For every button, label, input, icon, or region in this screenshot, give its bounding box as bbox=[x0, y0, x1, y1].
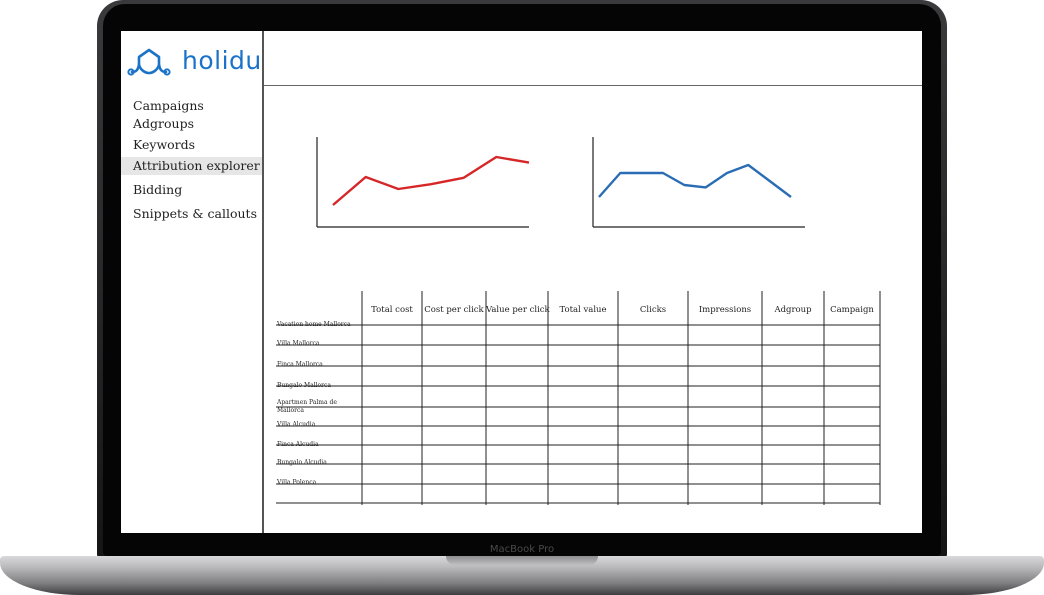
column-header[interactable]: Impressions bbox=[688, 305, 762, 315]
table-row-label[interactable]: Bungalo Alcudia bbox=[277, 459, 357, 467]
sidebar-item-campaigns[interactable]: Campaigns bbox=[121, 97, 262, 115]
data-table-grid bbox=[276, 291, 881, 505]
model-label: MacBook Pro bbox=[489, 544, 555, 555]
table-row-label[interactable]: Vacation home Mallorca bbox=[277, 321, 357, 329]
table-row-label[interactable]: Finca Mallorca bbox=[277, 361, 357, 369]
column-header[interactable]: Clicks bbox=[618, 305, 688, 315]
column-header[interactable]: Adgroup bbox=[762, 305, 824, 315]
opening-notch bbox=[446, 556, 598, 565]
laptop-base bbox=[0, 556, 1044, 595]
table-row-label[interactable]: Finca Alcudia bbox=[277, 441, 357, 449]
app-screen: holidu Campaigns Adgroups Keywords Attri… bbox=[121, 31, 922, 533]
column-header[interactable]: Value per click bbox=[486, 305, 550, 315]
sidebar-item-adgroups[interactable]: Adgroups bbox=[121, 115, 262, 133]
brand-name: holidu bbox=[182, 46, 262, 75]
series-line bbox=[332, 155, 530, 206]
column-header[interactable]: Campaign bbox=[824, 305, 880, 315]
column-header[interactable]: Total cost bbox=[362, 305, 422, 315]
sidebar-item-bidding[interactable]: Bidding bbox=[121, 181, 262, 199]
table-row-label[interactable]: Bungalo Mallorca bbox=[277, 382, 357, 390]
table-row-label[interactable]: Villa Mallorca bbox=[277, 340, 357, 348]
sidebar-item-attribution-explorer[interactable]: Attribution explorer bbox=[121, 157, 262, 175]
sidebar-item-snippets-callouts[interactable]: Snippets & callouts bbox=[121, 205, 262, 223]
series-line bbox=[598, 163, 792, 198]
line-chart-blue-svg bbox=[592, 137, 805, 228]
top-bar bbox=[264, 31, 922, 86]
table-row-label[interactable]: Apartmen Palma de Mallorca bbox=[277, 399, 357, 415]
line-chart-red-svg bbox=[316, 137, 530, 228]
line-chart-red bbox=[315, 137, 531, 233]
house-logo-icon bbox=[127, 48, 171, 76]
table-row-label[interactable]: Villa Polenca bbox=[277, 479, 357, 487]
line-chart-blue bbox=[591, 137, 807, 233]
column-header[interactable]: Cost per click bbox=[422, 305, 486, 315]
brand-logo[interactable]: holidu bbox=[127, 46, 262, 80]
column-header[interactable]: Total value bbox=[548, 305, 618, 315]
sidebar: holidu Campaigns Adgroups Keywords Attri… bbox=[121, 31, 264, 533]
sidebar-item-keywords[interactable]: Keywords bbox=[121, 136, 262, 154]
table-row-label[interactable]: Villa Alcudia bbox=[277, 421, 357, 429]
